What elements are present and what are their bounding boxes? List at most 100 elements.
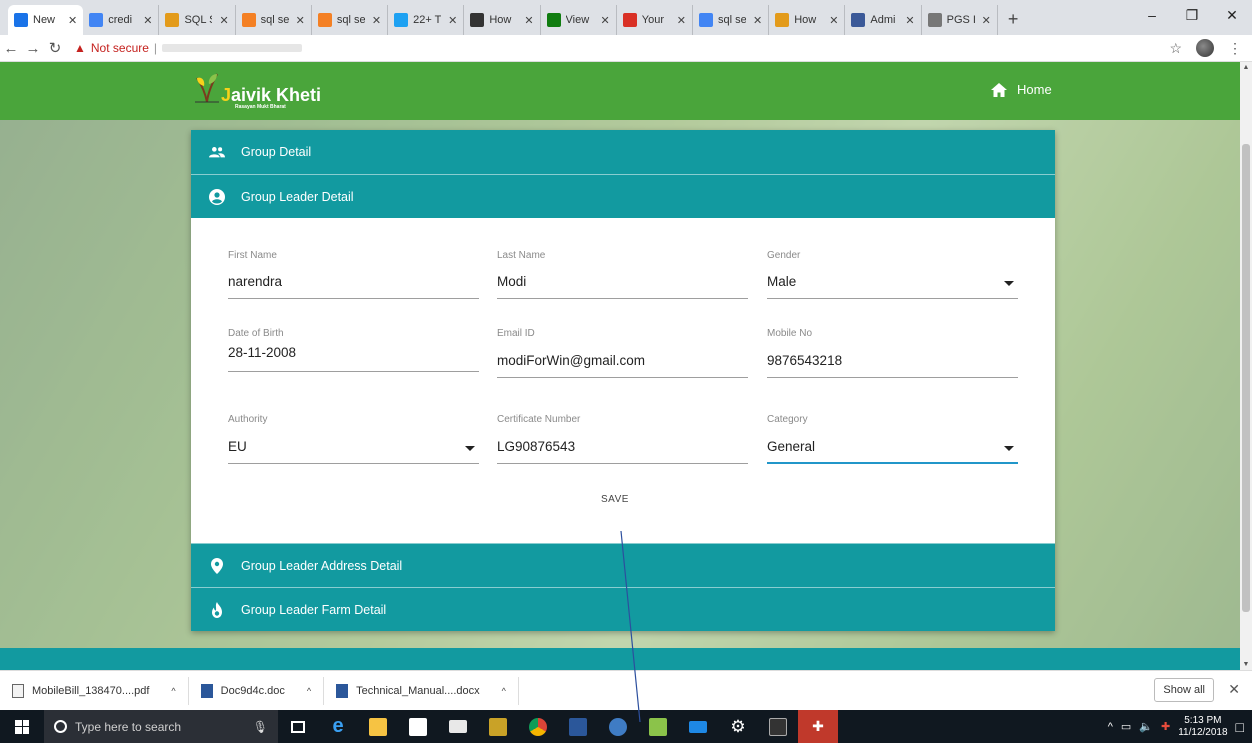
taskbar-search-box[interactable]: Type here to search 🎙 — [44, 710, 278, 743]
paint-icon[interactable] — [598, 710, 638, 743]
first-name-field[interactable]: First Name narendra — [228, 250, 479, 300]
certificate-field[interactable]: Certificate Number LG90876543 — [497, 414, 748, 464]
download-options-chevron-icon[interactable]: ^ — [307, 686, 311, 696]
scroll-up-icon[interactable]: ▲ — [1240, 64, 1252, 71]
bookmark-star-icon[interactable]: ☆ — [1169, 40, 1182, 57]
tray-chevron-icon[interactable]: ^ — [1108, 721, 1113, 733]
tab-close-icon[interactable]: ✕ — [677, 14, 686, 27]
antivirus-tray-icon[interactable]: ✚ — [1161, 720, 1170, 733]
start-button[interactable] — [0, 719, 44, 734]
tab-close-icon[interactable]: ✕ — [372, 14, 381, 27]
task-view-icon[interactable] — [278, 710, 318, 743]
email-field[interactable]: Email ID modiForWin@gmail.com — [497, 328, 748, 378]
minimize-icon[interactable]: – — [1132, 0, 1172, 30]
panel-group-leader-detail[interactable]: Group Leader Detail — [191, 174, 1055, 218]
tab-close-icon[interactable]: ✕ — [219, 14, 228, 27]
panel-farm-detail[interactable]: Group Leader Farm Detail — [191, 587, 1055, 631]
dob-field[interactable]: Date of Birth 28-11-2008 — [228, 328, 479, 378]
notifications-icon[interactable]: □ — [1236, 719, 1244, 735]
last-name-field[interactable]: Last Name Modi — [497, 250, 748, 300]
close-downloads-icon[interactable]: ✕ — [1228, 681, 1240, 698]
mail-icon[interactable] — [438, 710, 478, 743]
tab-close-icon[interactable]: ✕ — [524, 14, 533, 27]
file-explorer-icon[interactable] — [358, 710, 398, 743]
download-item[interactable]: Doc9d4c.doc ^ — [189, 676, 325, 705]
edge-icon[interactable]: e — [318, 710, 358, 743]
menu-kebab-icon[interactable]: ⋮ — [1228, 40, 1242, 57]
home-link[interactable]: Home — [991, 82, 1052, 97]
browser-tab[interactable]: Your ✕ — [617, 5, 693, 35]
tab-close-icon[interactable]: ✕ — [829, 14, 838, 27]
category-dropdown-icon[interactable] — [1004, 446, 1014, 451]
panel-address-detail[interactable]: Group Leader Address Detail — [191, 543, 1055, 587]
security-shield-app-icon[interactable]: ✚ — [798, 710, 838, 743]
scrollbar-thumb[interactable] — [1242, 144, 1250, 612]
url-text — [162, 44, 303, 52]
profile-avatar[interactable] — [1196, 39, 1214, 57]
browser-tab[interactable]: credi ✕ — [83, 5, 160, 35]
browser-tab[interactable]: SQL S ✕ — [159, 5, 236, 35]
browser-tab[interactable]: How ✕ — [464, 5, 541, 35]
tab-close-icon[interactable]: ✕ — [753, 14, 762, 27]
tab-close-icon[interactable]: ✕ — [296, 14, 305, 27]
settings-gear-icon[interactable]: ⚙ — [718, 710, 758, 743]
word-icon[interactable] — [558, 710, 598, 743]
close-window-icon[interactable]: ✕ — [1212, 0, 1252, 30]
gender-dropdown-icon[interactable] — [1004, 281, 1014, 286]
tablet-app-icon[interactable] — [678, 710, 718, 743]
chrome-icon[interactable] — [518, 710, 558, 743]
browser-tab[interactable]: PGS I ✕ — [922, 5, 998, 35]
browser-tab[interactable]: sql se ✕ — [312, 5, 389, 35]
download-item[interactable]: Technical_Manual....docx ^ — [324, 676, 519, 705]
show-all-button[interactable]: Show all — [1154, 678, 1214, 702]
tab-close-icon[interactable]: ✕ — [143, 14, 152, 27]
tab-close-icon[interactable]: ✕ — [982, 14, 991, 27]
mobile-field[interactable]: Mobile No 9876543218 — [767, 328, 1018, 378]
authority-underline — [228, 463, 479, 464]
back-icon[interactable]: ← — [0, 40, 22, 57]
browser-tab[interactable]: How ✕ — [769, 5, 846, 35]
terminal-icon[interactable] — [758, 710, 798, 743]
page-scrollbar[interactable]: ▲ ▼ — [1240, 62, 1252, 670]
panel-group-detail[interactable]: Group Detail — [191, 130, 1055, 174]
reload-icon[interactable]: ↻ — [44, 39, 66, 57]
gender-select[interactable]: Gender Male — [767, 250, 1018, 300]
authority-dropdown-icon[interactable] — [465, 446, 475, 451]
jaivik-kheti-logo[interactable]: Jaivik Kheti Rasayan Mukt Bharat — [195, 70, 321, 110]
browser-tab[interactable]: sql se ✕ — [236, 5, 312, 35]
microphone-icon[interactable]: 🎙 — [253, 720, 268, 734]
category-select[interactable]: Category General — [767, 414, 1018, 464]
tab-close-icon[interactable]: ✕ — [68, 14, 77, 27]
restore-icon[interactable]: ❐ — [1172, 0, 1212, 30]
browser-tab[interactable]: View ✕ — [541, 5, 617, 35]
browser-tab[interactable]: 22+ T ✕ — [388, 5, 465, 35]
store-icon[interactable] — [398, 710, 438, 743]
taskbar-clock[interactable]: 5:13 PM 11/12/2018 — [1178, 715, 1227, 739]
address-bar[interactable]: ▲ Not secure | — [74, 41, 303, 55]
authority-select[interactable]: Authority EU — [228, 414, 479, 464]
image-viewer-icon[interactable] — [638, 710, 678, 743]
snipping-tool-icon[interactable] — [478, 710, 518, 743]
scroll-down-icon[interactable]: ▼ — [1240, 661, 1252, 668]
tab-close-icon[interactable]: ✕ — [905, 14, 914, 27]
tab-close-icon[interactable]: ✕ — [448, 14, 457, 27]
browser-tab[interactable]: Admi ✕ — [845, 5, 922, 35]
dob-value[interactable]: 28-11-2008 — [228, 345, 296, 360]
network-icon[interactable]: ▭ — [1121, 720, 1131, 733]
tab-favicon-icon — [394, 13, 409, 27]
first-name-value[interactable]: narendra — [228, 274, 282, 289]
volume-icon[interactable]: 🔈 — [1139, 720, 1153, 733]
browser-tab[interactable]: sql se ✕ — [693, 5, 770, 35]
last-name-value[interactable]: Modi — [497, 274, 526, 289]
download-item[interactable]: MobileBill_138470....pdf ^ — [0, 676, 189, 705]
tab-close-icon[interactable]: ✕ — [601, 14, 610, 27]
download-options-chevron-icon[interactable]: ^ — [171, 686, 175, 696]
new-tab-icon[interactable]: + — [998, 9, 1029, 35]
save-button[interactable]: SAVE — [601, 494, 629, 505]
download-options-chevron-icon[interactable]: ^ — [502, 686, 506, 696]
browser-tab[interactable]: New ✕ — [8, 5, 84, 35]
forward-icon[interactable]: → — [22, 40, 44, 57]
email-value[interactable]: modiForWin@gmail.com — [497, 353, 645, 368]
certificate-value[interactable]: LG90876543 — [497, 439, 575, 454]
mobile-value[interactable]: 9876543218 — [767, 353, 842, 368]
